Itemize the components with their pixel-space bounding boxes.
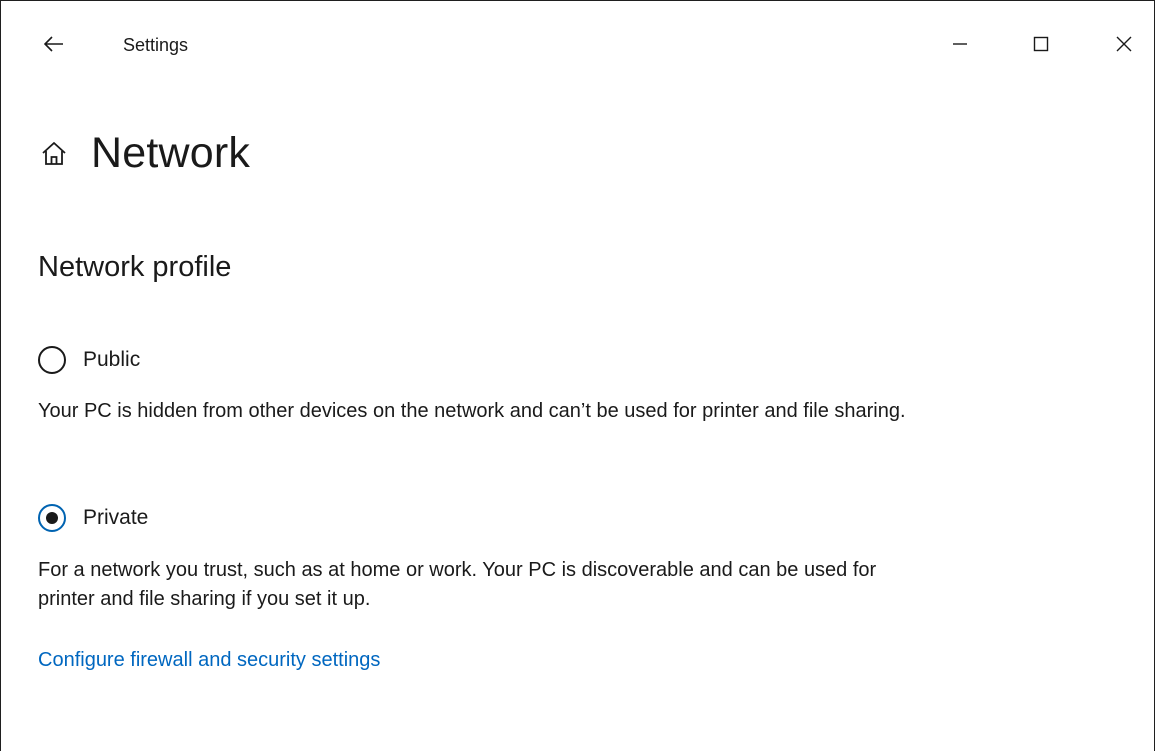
private-radio-button[interactable] (38, 504, 66, 532)
radio-selected-dot (46, 512, 58, 524)
back-arrow-icon (44, 36, 63, 52)
window-title: Settings (123, 35, 189, 55)
configure-firewall-link[interactable]: Configure firewall and security settings (38, 649, 380, 672)
private-description: For a network you trust, such as at home… (38, 559, 877, 610)
private-radio-label: Private (83, 506, 149, 529)
home-icon[interactable] (37, 136, 71, 170)
page-title: Network (91, 128, 251, 177)
close-button[interactable] (1101, 21, 1147, 67)
back-button[interactable] (39, 29, 69, 59)
minimize-icon (953, 43, 967, 45)
settings-window: Settings Network Network profile Public … (0, 0, 1155, 751)
maximize-button[interactable] (1018, 21, 1064, 67)
public-radio-label: Public (83, 348, 141, 371)
network-profile-heading: Network profile (38, 251, 232, 283)
private-radio-option[interactable]: Private (38, 501, 148, 535)
close-icon (1116, 36, 1132, 52)
maximize-icon (1033, 36, 1049, 52)
public-radio-option[interactable]: Public (38, 343, 140, 377)
public-radio-button[interactable] (38, 346, 66, 374)
title-bar: Settings (1, 1, 1154, 87)
minimize-button[interactable] (937, 21, 983, 67)
page-header: Network (37, 123, 250, 183)
public-description: Your PC is hidden from other devices on … (38, 400, 906, 422)
